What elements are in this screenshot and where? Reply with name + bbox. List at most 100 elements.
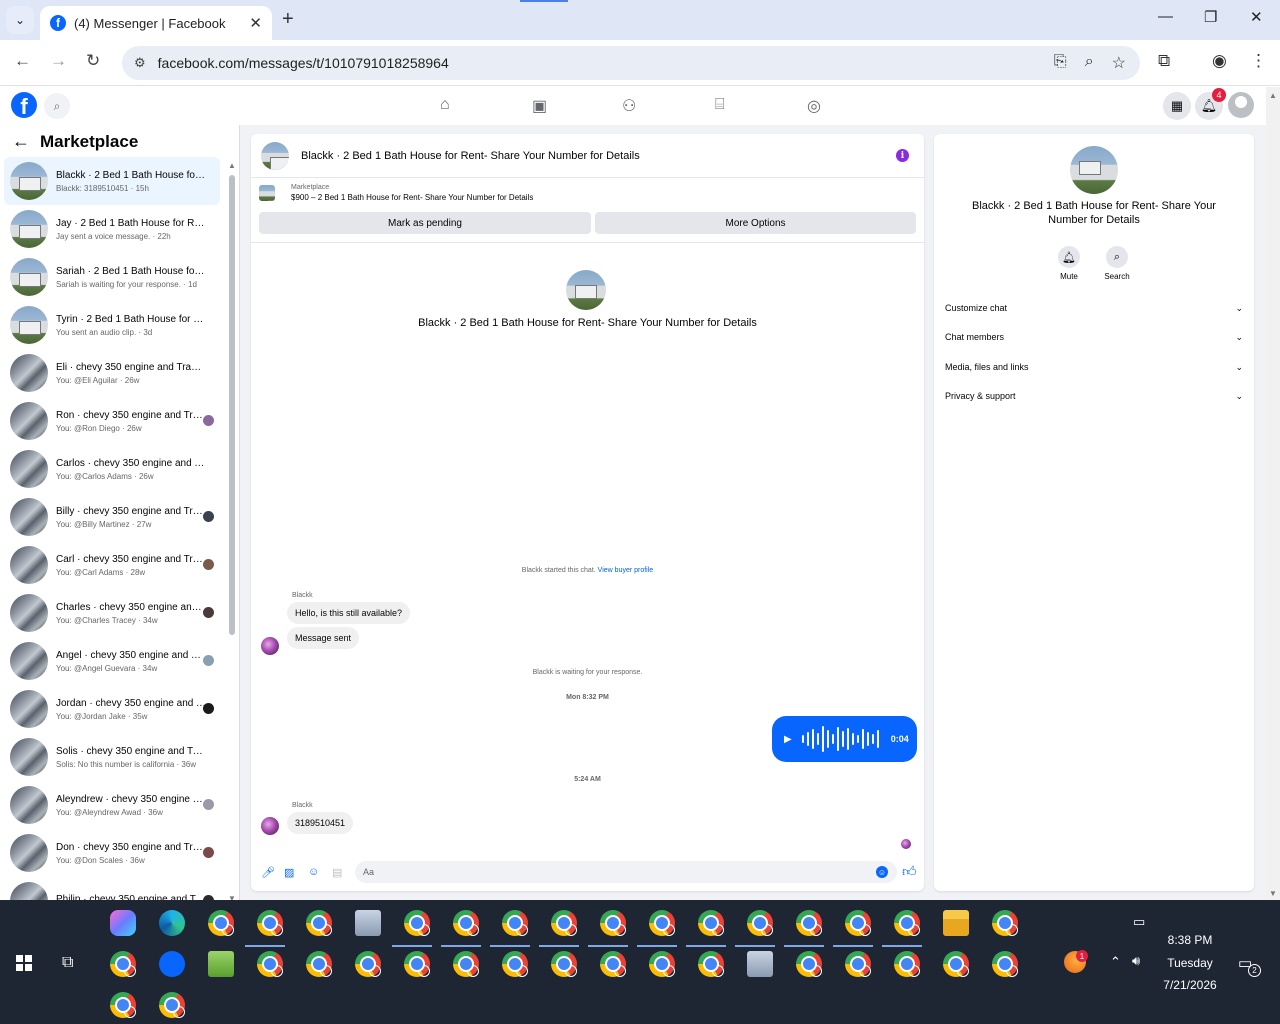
chrome-profile-icon[interactable] — [306, 910, 332, 936]
chrome-profile-icon[interactable] — [992, 910, 1018, 936]
scroll-down-icon[interactable]: ▼ — [1269, 889, 1277, 898]
search-button[interactable]: ⌕ Search — [1097, 246, 1137, 281]
chrome-profile-icon[interactable] — [551, 951, 577, 977]
volume-icon[interactable]: 🔊︎ — [1132, 953, 1140, 969]
clock-day[interactable]: Tuesday — [1150, 956, 1230, 970]
chrome-profile-icon[interactable] — [502, 951, 528, 977]
section-media-files-links[interactable]: Media, files and links ⌄ — [945, 357, 1243, 377]
chrome-profile-icon[interactable] — [208, 910, 234, 936]
new-tab-icon[interactable]: + — [282, 8, 294, 31]
bookmark-star-icon[interactable]: ☆ — [1112, 53, 1126, 73]
install-app-icon[interactable]: ⎘ — [1054, 53, 1067, 73]
conversation-item[interactable]: Don · chevy 350 engine and Transmission Y… — [4, 829, 220, 877]
window-close-icon[interactable]: ✕ — [1250, 8, 1263, 26]
conversation-item[interactable]: Eli · chevy 350 engine and Transmission Y… — [4, 349, 220, 397]
chrome-profile-icon[interactable] — [649, 910, 675, 936]
conversation-item[interactable]: Solis · chevy 350 engine and Transmissio… — [4, 733, 220, 781]
conversation-item[interactable]: Jordan · chevy 350 engine and Transmissi… — [4, 685, 220, 733]
home-icon[interactable]: ⌂ — [440, 96, 450, 114]
mark-pending-button[interactable]: Mark as pending — [259, 212, 591, 234]
notes-app-icon[interactable] — [208, 951, 234, 977]
incoming-message[interactable]: Hello, is this still available? — [287, 602, 411, 624]
chrome-profile-icon[interactable] — [747, 910, 773, 936]
back-icon[interactable]: ← — [14, 51, 31, 71]
view-buyer-profile-link[interactable]: View buyer profile — [598, 567, 654, 574]
file-explorer-icon[interactable] — [943, 910, 969, 936]
marketplace-icon[interactable]: ⌸ — [715, 96, 725, 114]
chrome-profile-icon[interactable] — [110, 992, 136, 1018]
incoming-message[interactable]: Message sent — [287, 627, 360, 649]
conversation-item[interactable]: Tyrin · 2 Bed 1 Bath House for Rent- Sha… — [4, 301, 220, 349]
video-icon[interactable]: ▣ — [532, 96, 547, 116]
clock-date[interactable]: 7/21/2026 — [1150, 978, 1230, 992]
chrome-profile-icon[interactable] — [453, 951, 479, 977]
chrome-profile-icon[interactable] — [649, 951, 675, 977]
browser-tab-messenger[interactable]: f (4) Messenger | Facebook ✕ — [40, 6, 272, 40]
more-options-button[interactable]: More Options — [595, 212, 916, 234]
sender-avatar[interactable] — [261, 637, 279, 655]
gif-icon[interactable]: ▤ — [332, 866, 342, 879]
address-bar[interactable]: ⚙ facebook.com/messages/t/10107910182589… — [122, 46, 1140, 80]
info-icon[interactable]: i — [896, 149, 909, 162]
chrome-profile-icon[interactable] — [404, 951, 430, 977]
chrome-profile-icon[interactable] — [600, 951, 626, 977]
tab-search-dropdown-icon[interactable]: ⌄ — [6, 6, 34, 34]
conversation-item[interactable]: Jay · 2 Bed 1 Bath House for Rent- Share… — [4, 205, 220, 253]
chrome-profile-icon[interactable] — [355, 951, 381, 977]
chrome-profile-icon[interactable] — [894, 910, 920, 936]
profile-icon[interactable]: ◉ — [1212, 51, 1227, 71]
chrome-profile-icon[interactable] — [845, 910, 871, 936]
sidebar-scrollbar[interactable]: ▲ ▼ — [228, 161, 236, 903]
forward-icon[interactable]: → — [50, 51, 67, 71]
chrome-profile-icon[interactable] — [698, 951, 724, 977]
facebook-app-icon[interactable] — [159, 951, 185, 977]
edge-icon[interactable] — [159, 910, 185, 936]
sender-avatar[interactable] — [261, 817, 279, 835]
conversation-item[interactable]: Carl · chevy 350 engine and Transmission… — [4, 541, 220, 589]
conversation-item[interactable]: Ron · chevy 350 engine and Transmission Y… — [4, 397, 220, 445]
app-icon[interactable] — [355, 910, 381, 936]
conversation-item[interactable]: Carlos · chevy 350 engine and Transmissi… — [4, 445, 220, 493]
sidebar-scroll-up-icon[interactable]: ▲ — [228, 161, 236, 170]
mute-button[interactable]: 🔔︎ Mute — [1049, 246, 1089, 281]
friends-icon[interactable]: ⚇ — [622, 96, 636, 116]
back-arrow-icon[interactable]: ← — [12, 131, 30, 152]
url-text[interactable]: facebook.com/messages/t/1010791018258964 — [158, 55, 449, 71]
sidebar-scroll-thumb[interactable] — [229, 175, 235, 635]
conversation-item[interactable]: Sariah · 2 Bed 1 Bath House for Rent- Sh… — [4, 253, 220, 301]
browser-menu-icon[interactable]: ⋮ — [1250, 51, 1267, 71]
site-info-icon[interactable]: ⚙ — [134, 55, 146, 71]
app-icon[interactable] — [747, 951, 773, 977]
chrome-profile-icon[interactable] — [796, 951, 822, 977]
chrome-profile-icon[interactable] — [943, 951, 969, 977]
chrome-profile-icon[interactable] — [600, 910, 626, 936]
chrome-profile-icon[interactable] — [110, 951, 136, 977]
facebook-logo-icon[interactable]: f — [11, 92, 37, 118]
thumbs-up-icon[interactable]: 👍︎ — [902, 863, 917, 880]
conversation-item[interactable]: Charles · chevy 350 engine and Transmiss… — [4, 589, 220, 637]
marketplace-listing[interactable]: Marketplace $900 – 2 Bed 1 Bath House fo… — [259, 184, 533, 202]
audio-message[interactable]: ▶ 0:04 — [772, 716, 917, 762]
chrome-profile-icon[interactable] — [894, 951, 920, 977]
conversation-item[interactable]: Billy · chevy 350 engine and Transmissio… — [4, 493, 220, 541]
chrome-profile-icon[interactable] — [698, 910, 724, 936]
network-icon[interactable]: ▭ — [1133, 914, 1145, 930]
section-customize-chat[interactable]: Customize chat ⌄ — [945, 298, 1243, 318]
section-chat-members[interactable]: Chat members ⌄ — [945, 327, 1243, 347]
zoom-icon[interactable]: ⌕ — [1085, 53, 1094, 73]
chrome-profile-icon[interactable] — [453, 910, 479, 936]
minimize-icon[interactable]: — — [1158, 8, 1173, 25]
message-input[interactable] — [355, 861, 897, 883]
facebook-search-icon[interactable]: ⌕ — [44, 93, 70, 119]
clock-time[interactable]: 8:38 PM — [1150, 933, 1230, 947]
show-hidden-icons-icon[interactable]: ⌃ — [1110, 954, 1121, 970]
account-avatar[interactable] — [1228, 92, 1254, 118]
chrome-profile-icon[interactable] — [551, 910, 577, 936]
photo-icon[interactable]: ▨ — [284, 866, 294, 879]
chrome-profile-icon[interactable] — [257, 910, 283, 936]
incoming-message[interactable]: 3189510451 — [287, 812, 354, 834]
chrome-profile-icon[interactable] — [257, 951, 283, 977]
chrome-profile-icon[interactable] — [159, 992, 185, 1018]
reload-icon[interactable]: ↻ — [86, 51, 100, 71]
play-icon[interactable]: ▶ — [784, 734, 792, 745]
